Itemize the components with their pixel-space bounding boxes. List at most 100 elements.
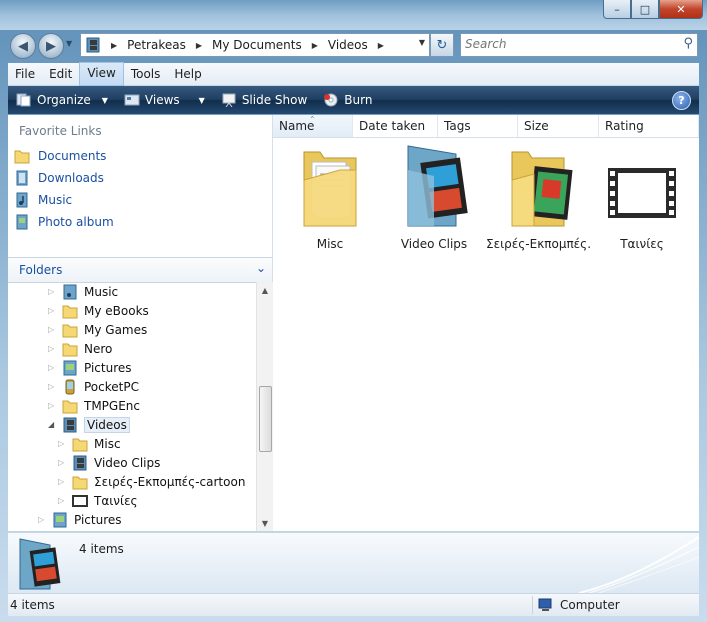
search-input[interactable]	[461, 34, 665, 54]
large-film-strip-icon	[608, 168, 676, 218]
search-box[interactable]: ⚲	[460, 33, 698, 57]
folder-icon	[62, 324, 78, 337]
breadcrumb-my-documents[interactable]: My Documents	[212, 38, 302, 52]
large-folder-icon	[511, 151, 573, 227]
navigation-bar: ◀ ▶ ▼ ▶ Petrakeas ▶ My Documents ▶ Video…	[0, 30, 707, 60]
favorite-link-downloads[interactable]: Downloads	[14, 168, 104, 188]
chevron-down-icon: ▼	[198, 95, 205, 105]
tree-item-nero[interactable]: ▷ Nero	[48, 339, 112, 358]
minimize-button[interactable]: –	[603, 0, 631, 19]
music-folder-icon	[63, 284, 77, 299]
forward-button[interactable]: ▶	[38, 33, 64, 59]
favorite-link-music[interactable]: Music	[14, 190, 72, 210]
explorer-window: – □ ✕ ◀ ▶ ▼ ▶ Petrakeas ▶ My Documents ▶…	[0, 0, 707, 622]
tree-item-label: Ταινίες	[94, 493, 138, 508]
column-rating[interactable]: Rating	[599, 115, 699, 137]
tree-item-series-cartoon[interactable]: ▷ Σειρές-Εκπομπές-cartoon	[58, 472, 245, 491]
file-item-video-clips[interactable]: Video Clips	[382, 140, 486, 251]
file-list-pane: ⌃ Name Date taken Tags Size Rating Misc	[273, 115, 699, 531]
expand-arrow-icon[interactable]: ▷	[48, 325, 56, 334]
organize-icon	[16, 93, 31, 107]
scroll-down-icon[interactable]: ▼	[257, 515, 273, 531]
views-icon	[124, 94, 140, 106]
tree-item-misc[interactable]: ▷ Misc	[58, 434, 121, 453]
tree-item-music[interactable]: ▷ Music	[48, 282, 118, 301]
address-bar[interactable]: ▶ Petrakeas ▶ My Documents ▶ Videos ▶ ▼	[80, 33, 430, 57]
expand-arrow-icon[interactable]: ▷	[48, 287, 56, 296]
maximize-button[interactable]: □	[631, 0, 659, 19]
tree-item-my-games[interactable]: ▷ My Games	[48, 320, 147, 339]
address-dropdown-icon[interactable]: ▼	[419, 38, 425, 47]
burn-button[interactable]: Burn	[315, 86, 380, 114]
pictures-folder-icon	[63, 360, 77, 375]
menu-help[interactable]: Help	[167, 63, 208, 85]
tree-item-pictures-public[interactable]: ▷ Pictures	[38, 510, 122, 529]
tree-item-label: Videos	[84, 416, 130, 433]
slideshow-label: Slide Show	[241, 93, 308, 107]
menu-file[interactable]: File	[8, 63, 42, 85]
expand-arrow-icon[interactable]: ▷	[58, 477, 66, 486]
refresh-button[interactable]: ↻	[430, 33, 454, 57]
breadcrumb-petrakeas[interactable]: Petrakeas	[127, 38, 186, 52]
videos-folder-icon	[63, 417, 77, 432]
tree-item-pictures[interactable]: ▷ Pictures	[48, 358, 132, 377]
scroll-up-icon[interactable]: ▲	[257, 282, 273, 298]
chevron-down-icon[interactable]: ⌄	[256, 261, 266, 275]
breadcrumb-separator[interactable]: ▶	[378, 41, 384, 50]
favorite-link-documents[interactable]: Documents	[14, 146, 106, 166]
title-bar[interactable]: – □ ✕	[0, 0, 707, 30]
back-button[interactable]: ◀	[10, 33, 36, 59]
expand-arrow-icon[interactable]: ▷	[58, 496, 66, 505]
folders-header[interactable]: Folders ⌄	[8, 257, 272, 283]
tree-item-pocketpc[interactable]: ▷ PocketPC	[48, 377, 139, 396]
column-name[interactable]: ⌃ Name	[273, 115, 353, 137]
menu-tools[interactable]: Tools	[124, 63, 168, 85]
expand-arrow-icon[interactable]: ▷	[48, 363, 56, 372]
favorite-link-label: Photo album	[38, 215, 114, 229]
film-strip-icon	[72, 494, 88, 507]
chevron-down-icon: ▼	[101, 95, 108, 105]
videos-folder-icon	[86, 37, 100, 53]
expand-arrow-icon[interactable]: ▷	[58, 458, 66, 467]
close-button[interactable]: ✕	[659, 0, 703, 19]
expand-arrow-icon[interactable]: ▷	[58, 439, 66, 448]
breadcrumb-separator[interactable]: ▶	[196, 41, 202, 50]
column-date-taken[interactable]: Date taken	[353, 115, 438, 137]
file-item-tainies[interactable]: Ταινίες	[590, 140, 694, 251]
tree-item-tainies[interactable]: ▷ Ταινίες	[58, 491, 138, 510]
scrollbar-thumb[interactable]	[259, 386, 272, 452]
breadcrumb-separator[interactable]: ▶	[111, 41, 117, 50]
expand-arrow-icon[interactable]: ▷	[48, 306, 56, 315]
views-button[interactable]: Views ▼	[116, 86, 213, 114]
search-icon[interactable]: ⚲	[683, 36, 693, 51]
collapse-arrow-icon[interactable]: ◢	[48, 420, 56, 429]
expand-arrow-icon[interactable]: ▷	[48, 401, 56, 410]
expand-arrow-icon[interactable]: ▷	[38, 515, 46, 524]
breadcrumb-separator[interactable]: ▶	[312, 41, 318, 50]
organize-button[interactable]: Organize ▼	[8, 86, 116, 114]
menu-edit[interactable]: Edit	[42, 63, 79, 85]
tree-item-video-clips[interactable]: ▷ Video Clips	[58, 453, 160, 472]
column-tags[interactable]: Tags	[438, 115, 518, 137]
file-item-label: Misc	[316, 237, 344, 251]
expand-arrow-icon[interactable]: ▷	[48, 382, 56, 391]
expand-arrow-icon[interactable]: ▷	[48, 344, 56, 353]
breadcrumb-videos[interactable]: Videos	[328, 38, 368, 52]
recent-pages-dropdown[interactable]: ▼	[66, 39, 72, 48]
help-button[interactable]: ?	[672, 91, 691, 110]
slideshow-button[interactable]: Slide Show	[213, 86, 315, 114]
folder-tree-scrollbar[interactable]: ▲ ▼	[256, 282, 273, 531]
column-label: Date taken	[359, 119, 426, 133]
menu-view[interactable]: View	[79, 62, 124, 86]
column-size[interactable]: Size	[518, 115, 599, 137]
tree-item-tmpgenc[interactable]: ▷ TMPGEnc	[48, 396, 140, 415]
tree-item-label: My eBooks	[84, 303, 149, 318]
organize-label: Organize	[37, 93, 91, 107]
file-item-series-cartoon[interactable]: Σειρές-Εκπομπές...	[486, 140, 590, 251]
large-folder-icon	[303, 151, 357, 227]
favorite-link-photo-album[interactable]: Photo album	[14, 212, 114, 232]
tree-item-my-ebooks[interactable]: ▷ My eBooks	[48, 301, 149, 320]
file-item-misc[interactable]: Misc	[278, 140, 382, 251]
tree-item-videos[interactable]: ◢ Videos	[48, 415, 130, 434]
tree-item-label: PocketPC	[84, 379, 139, 394]
